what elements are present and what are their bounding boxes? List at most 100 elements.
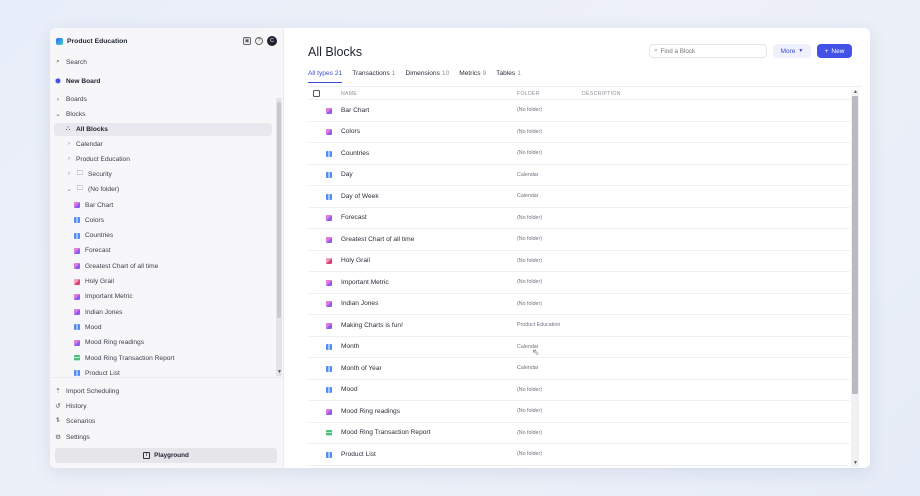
- row-name[interactable]: Month of Year: [341, 365, 382, 372]
- table-row[interactable]: Day Calendar: [308, 165, 850, 186]
- tab-count: 9: [482, 70, 487, 77]
- sidebar-item-all-blocks[interactable]: ⛬ All Blocks: [64, 123, 108, 135]
- table-scrollbar-thumb[interactable]: [852, 96, 858, 394]
- row-name[interactable]: Indian Jones: [341, 300, 378, 307]
- sidebar-block-item[interactable]: Bar Chart: [74, 199, 113, 211]
- table-row[interactable]: Mood Ring Transaction Report (No folder): [308, 423, 850, 444]
- metric-icon: [326, 236, 332, 243]
- more-button[interactable]: More ▼: [773, 44, 811, 58]
- sidebar-block-item[interactable]: Forecast: [74, 245, 111, 257]
- row-name[interactable]: Holy Grail: [341, 257, 370, 264]
- sidebar-boards-label: Boards: [66, 95, 87, 103]
- search-input[interactable]: [660, 47, 761, 55]
- sidebar-folder-product-education[interactable]: › Product Education: [66, 153, 130, 165]
- row-name[interactable]: Product List: [341, 451, 376, 458]
- sidebar-folder-security[interactable]: › 🗀 Security: [66, 168, 112, 180]
- avatar[interactable]: C: [267, 36, 277, 46]
- table-row[interactable]: Holy Grail (No folder): [308, 251, 850, 272]
- sidebar-block-item[interactable]: Countries: [74, 230, 113, 242]
- row-name[interactable]: Mood: [341, 386, 358, 393]
- row-name[interactable]: Mood Ring readings: [341, 408, 400, 415]
- column-header-folder[interactable]: FOLDER: [517, 91, 540, 97]
- row-folder: (No folder): [517, 451, 543, 458]
- all-blocks-label: All Blocks: [76, 125, 108, 133]
- new-button[interactable]: + New: [817, 44, 852, 58]
- row-name[interactable]: Day of Week: [341, 193, 379, 200]
- gift-icon[interactable]: ▣: [243, 37, 251, 45]
- sidebar-block-item[interactable]: Holy Grail: [74, 276, 114, 288]
- help-icon[interactable]: ?: [255, 37, 263, 45]
- scroll-down-arrow-icon[interactable]: ▼: [277, 369, 282, 375]
- plus-icon: +: [824, 47, 829, 55]
- tab-metrics[interactable]: Metrics 9: [459, 70, 486, 83]
- sidebar-scenarios[interactable]: ⥮ Scenarios: [54, 415, 96, 427]
- sidebar-settings[interactable]: ⚙ Settings: [54, 431, 90, 443]
- table-row[interactable]: Product List (No folder): [308, 444, 850, 466]
- table-row[interactable]: Month of Year Calendar: [308, 358, 850, 380]
- table-row[interactable]: Forecast (No folder): [308, 208, 850, 229]
- table-row[interactable]: Mood Ring readings (No folder): [308, 401, 850, 423]
- metric-icon: [326, 301, 332, 307]
- table-row[interactable]: Mood (No folder): [308, 380, 850, 401]
- sidebar-block-item[interactable]: Mood: [74, 321, 102, 333]
- row-name[interactable]: Forecast: [341, 214, 367, 221]
- row-name[interactable]: Bar Chart: [341, 107, 369, 114]
- tab-dimensions[interactable]: Dimensions 10: [405, 70, 449, 83]
- sidebar-block-item[interactable]: Greatest Chart of all time: [74, 260, 158, 272]
- chevron-right-icon: ›: [68, 171, 70, 177]
- row-folder: (No folder): [517, 128, 543, 135]
- find-block-search[interactable]: ⌕: [649, 44, 767, 58]
- dimension-icon: [74, 370, 80, 377]
- table-row[interactable]: Important Metric (No folder): [308, 272, 850, 294]
- playground-button[interactable]: / Playground: [55, 448, 277, 463]
- row-name[interactable]: Important Metric: [341, 279, 389, 286]
- table-row[interactable]: Greatest Chart of all time (No folder): [308, 229, 850, 251]
- tab-all-types[interactable]: All types 21: [308, 70, 343, 83]
- new-board-button[interactable]: ⬢ New Board: [54, 75, 100, 87]
- row-name[interactable]: Mood Ring Transaction Report: [341, 429, 430, 436]
- row-name[interactable]: Colors: [341, 128, 360, 135]
- row-name[interactable]: Greatest Chart of all time: [341, 236, 414, 243]
- table-row[interactable]: Countries (No folder): [308, 143, 850, 165]
- sidebar-block-item[interactable]: Colors: [74, 214, 104, 226]
- table-header: NAME FOLDER DESCRIPTION: [308, 88, 850, 100]
- sidebar-folder-calendar[interactable]: › Calendar: [66, 138, 103, 150]
- sidebar-block-item[interactable]: Important Metric: [74, 291, 133, 303]
- scroll-up-arrow-icon[interactable]: ▲: [853, 89, 858, 95]
- sidebar-block-item[interactable]: Mood Ring readings: [74, 337, 144, 349]
- table-row[interactable]: Day of Week Calendar: [308, 186, 850, 208]
- select-all-checkbox[interactable]: [313, 90, 320, 97]
- sidebar-scrollbar-thumb[interactable]: [277, 102, 281, 318]
- row-name[interactable]: Countries: [341, 150, 369, 157]
- table-row[interactable]: Bar Chart (No folder): [308, 100, 850, 122]
- metric-icon: [74, 263, 80, 270]
- tab-transactions[interactable]: Transactions 1: [352, 70, 395, 83]
- folder-label: Calendar: [76, 140, 103, 148]
- scroll-down-arrow-icon[interactable]: ▼: [853, 460, 858, 466]
- row-name[interactable]: Making Charts is fun!: [341, 322, 403, 329]
- sidebar-item-boards[interactable]: › Boards: [54, 93, 87, 105]
- tab-tables[interactable]: Tables 1: [496, 70, 521, 83]
- table-row[interactable]: Making Charts is fun! Product Education: [308, 315, 850, 337]
- row-folder: (No folder): [517, 408, 543, 415]
- sidebar-search[interactable]: ⌕ Search: [54, 56, 87, 68]
- table-row[interactable]: Indian Jones (No folder): [308, 294, 850, 315]
- table-row[interactable]: Month Calendar: [308, 337, 850, 358]
- sidebar-block-label: Forecast: [85, 247, 111, 255]
- sidebar-import-scheduling[interactable]: ⇡ Import Scheduling: [54, 385, 119, 397]
- row-name[interactable]: Day: [341, 171, 353, 178]
- sidebar-folder-no-folder[interactable]: ⌄ 🗀 (No folder): [66, 183, 119, 195]
- page-title: All Blocks: [308, 45, 363, 59]
- folder-label: Security: [88, 170, 112, 178]
- sidebar-block-item[interactable]: Indian Jones: [74, 306, 122, 318]
- workspace-name[interactable]: Product Education: [67, 38, 127, 45]
- sidebar-item-blocks[interactable]: ⌄ Blocks: [54, 108, 85, 120]
- table-row[interactable]: Colors (No folder): [308, 122, 850, 143]
- sidebar-block-label: Product List: [85, 369, 120, 377]
- sidebar-block-item[interactable]: Mood Ring Transaction Report: [74, 352, 174, 364]
- sidebar-history[interactable]: ↺ History: [54, 400, 86, 412]
- column-header-description[interactable]: DESCRIPTION: [582, 91, 621, 97]
- row-name[interactable]: Month: [341, 343, 359, 350]
- tab-label: All types: [308, 70, 333, 77]
- column-header-name[interactable]: NAME: [341, 91, 357, 97]
